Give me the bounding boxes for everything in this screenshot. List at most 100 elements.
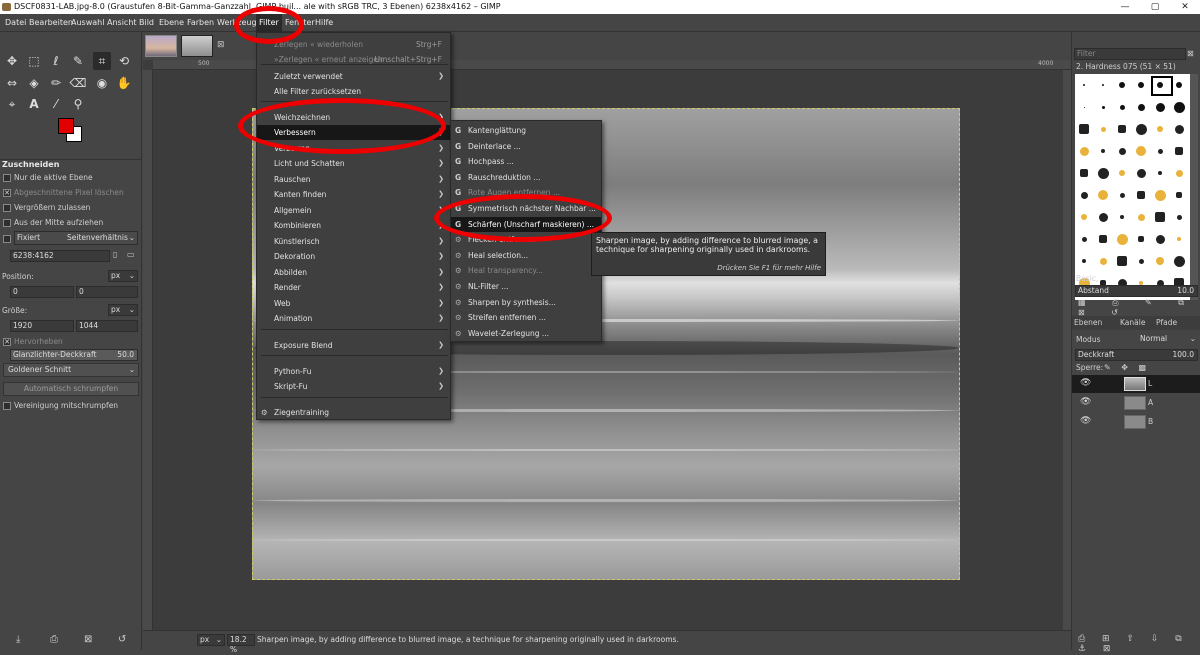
brush-preset[interactable] (1098, 212, 1108, 222)
filter-menu-item[interactable]: Kombinieren ❯ (257, 218, 450, 233)
layer-actions[interactable]: ⎙ ⊞ ⇧ ⇩ ⧉ ⚓ ⊠ (1078, 634, 1200, 654)
layer-name[interactable]: B (1148, 415, 1153, 429)
brush-preset[interactable] (1137, 213, 1145, 221)
brush-preset[interactable] (1174, 124, 1184, 134)
brush-preset[interactable] (1100, 126, 1106, 132)
tab-ebenen[interactable]: Ebenen (1074, 316, 1102, 330)
brush-preset[interactable] (1098, 190, 1108, 200)
close-icon[interactable]: ⊠ (1187, 49, 1194, 58)
enhance-menu-item[interactable]: ⚙ NL-Filter ... (451, 279, 601, 294)
brush-preset[interactable] (1118, 147, 1126, 155)
brush-preset[interactable] (1101, 105, 1105, 109)
position-y-input[interactable]: 0 (76, 286, 138, 298)
brush-preset[interactable] (1138, 258, 1144, 264)
filter-menu-item[interactable]: Licht und Schatten ❯ (257, 156, 450, 171)
brush-preset[interactable] (1138, 236, 1144, 242)
enhance-menu-item[interactable]: ⚙ Streifen entfernen ... (451, 310, 601, 325)
menu-ebene[interactable]: Ebene (158, 14, 185, 32)
delete-cropped-pixels-checkbox[interactable]: ✕ (3, 189, 11, 197)
save-preset-icon[interactable]: ⤓ (16, 634, 20, 645)
brush-preset[interactable] (1081, 214, 1087, 220)
brush-preset[interactable] (1083, 84, 1085, 86)
layer-name[interactable]: A (1148, 396, 1153, 410)
spacing-slider[interactable]: Abstand 10.0 (1075, 285, 1198, 297)
brush-preset[interactable] (1137, 103, 1145, 111)
crop-tool-icon[interactable]: ⌗ (93, 52, 111, 70)
layer-row[interactable]: 👁 A (1072, 394, 1200, 412)
brush-preset[interactable] (1157, 126, 1163, 132)
enhance-menu-item[interactable]: ⚙ Heal selection... (451, 248, 601, 263)
zoom-tool-icon[interactable]: ⚲ (69, 95, 87, 113)
lasso-tool-icon[interactable]: ℓ (47, 52, 65, 70)
brush-preset[interactable] (1120, 215, 1124, 219)
brush-preset[interactable] (1137, 191, 1145, 199)
enhance-menu-item[interactable]: G Kantenglättung (451, 123, 601, 138)
fuzzy-select-tool-icon[interactable]: ✎ (69, 52, 87, 70)
layer-row[interactable]: 👁 L (1072, 375, 1200, 393)
brush-preset[interactable] (1177, 237, 1181, 241)
brush-preset[interactable] (1117, 256, 1127, 266)
brush-actions[interactable]: ▦ ⎙ ✎ ⧉ ⊠ ↺ (1078, 298, 1200, 317)
highlight-checkbox[interactable]: ✕ (3, 338, 11, 346)
paintbrush-tool-icon[interactable]: ✏ (47, 74, 65, 92)
visibility-eye-icon[interactable]: 👁 (1080, 416, 1091, 426)
brush-preset[interactable] (1176, 82, 1182, 88)
move-tool-icon[interactable]: ✥ (3, 52, 21, 70)
position-unit-select[interactable]: px ⌄ (108, 270, 138, 282)
menu-farben[interactable]: Farben (186, 14, 215, 32)
text-tool-icon[interactable]: A (25, 95, 43, 113)
minimize-button[interactable]: — (1110, 0, 1140, 14)
brush-filter-input[interactable]: Filter (1074, 48, 1186, 60)
transform-tool-icon[interactable]: ⟲ (115, 52, 133, 70)
maximize-button[interactable]: ▢ (1140, 0, 1170, 14)
warp-tool-icon[interactable]: ⇔ (3, 74, 21, 92)
filter-menu-item[interactable]: Alle Filter zurücksetzen (257, 84, 450, 99)
vertical-scrollbar[interactable] (1063, 70, 1071, 630)
brush-preset[interactable] (1176, 192, 1182, 198)
ratio-input[interactable]: 6238:4162 (10, 250, 110, 262)
brush-preset[interactable] (1176, 214, 1182, 220)
brush-preset[interactable] (1119, 82, 1125, 88)
filter-menu-item[interactable]: Ziegentraining ⚙ (257, 405, 450, 420)
opacity-slider[interactable]: Deckkraft 100.0 (1075, 349, 1198, 361)
filter-menu-item[interactable]: Kanten finden ❯ (257, 187, 450, 202)
filter-menu-item[interactable]: Web ❯ (257, 296, 450, 311)
brush-preset[interactable] (1156, 257, 1164, 265)
lock-icons[interactable]: ✎ ✥ ▩ (1104, 363, 1150, 372)
layer-name[interactable]: L (1148, 377, 1152, 391)
allow-growing-checkbox[interactable] (3, 204, 11, 212)
menu-hilfe[interactable]: Hilfe (314, 14, 334, 32)
position-x-input[interactable]: 0 (10, 286, 74, 298)
brush-preset[interactable] (1155, 102, 1165, 112)
unit-select[interactable]: px ⌄ (197, 634, 225, 646)
menu-datei[interactable]: Datei (4, 14, 27, 32)
brush-preset[interactable] (1154, 189, 1166, 201)
menu-bearbeiten[interactable]: Bearbeiten (28, 14, 74, 32)
brush-preset[interactable] (1136, 168, 1146, 178)
expand-from-center-checkbox[interactable] (3, 219, 11, 227)
enhance-menu-item[interactable]: G Deinterlace ... (451, 139, 601, 154)
enhance-menu-item[interactable]: G Hochpass ... (451, 154, 601, 169)
foreground-color-swatch[interactable] (58, 118, 74, 134)
brush-preset[interactable] (1080, 191, 1088, 199)
image-tab-thumbnail-2[interactable] (181, 35, 213, 57)
tab-pfade[interactable]: Pfade (1156, 316, 1177, 330)
brush-preset[interactable] (1175, 169, 1183, 177)
enhance-menu-item[interactable]: ⚙ Heal transparency... (451, 263, 601, 278)
menu-bild[interactable]: Bild (138, 14, 155, 32)
brush-preset[interactable] (1155, 212, 1165, 222)
brush-preset[interactable] (1080, 169, 1088, 177)
only-active-layer-checkbox[interactable] (3, 174, 11, 182)
reset-icon[interactable]: ↺ (118, 634, 126, 645)
brush-preset[interactable] (1097, 167, 1109, 179)
brush-preset[interactable] (1116, 233, 1128, 245)
delete-preset-icon[interactable]: ⊠ (84, 634, 92, 645)
brush-preset[interactable] (1081, 236, 1087, 242)
brush-preset[interactable] (1099, 257, 1107, 265)
paths-tool-icon[interactable]: ⌖ (3, 95, 21, 113)
portrait-icon[interactable]: ▯ (113, 250, 123, 262)
brush-preset[interactable] (1118, 125, 1126, 133)
filter-menu-item[interactable]: Python-Fu ❯ (257, 364, 450, 379)
filter-menu-item[interactable]: Künstlerisch ❯ (257, 234, 450, 249)
brush-preset[interactable] (1119, 104, 1125, 110)
